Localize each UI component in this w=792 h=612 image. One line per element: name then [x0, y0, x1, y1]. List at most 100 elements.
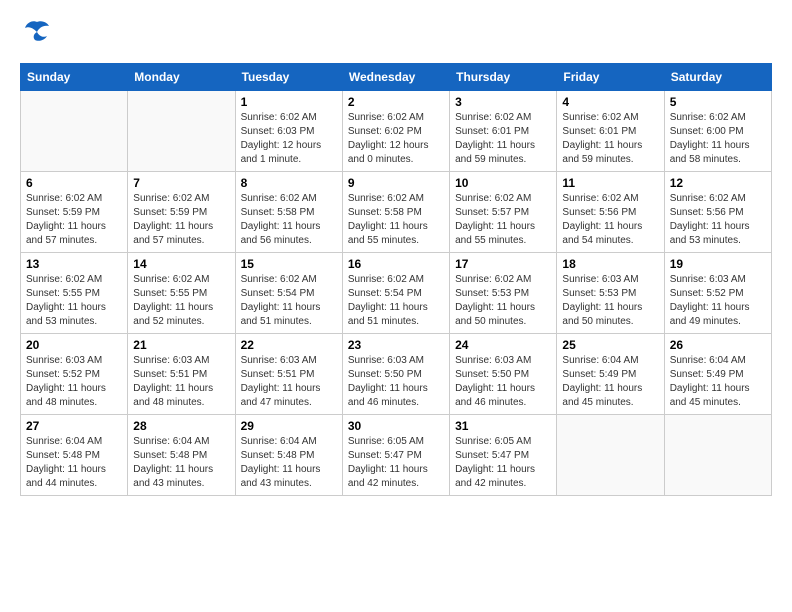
- day-detail: Sunrise: 6:05 AM Sunset: 5:47 PM Dayligh…: [455, 435, 551, 491]
- day-detail: Sunrise: 6:02 AM Sunset: 5:59 PM Dayligh…: [26, 192, 122, 248]
- day-detail: Sunrise: 6:02 AM Sunset: 5:54 PM Dayligh…: [348, 273, 444, 329]
- calendar-cell: 3 Sunrise: 6:02 AM Sunset: 6:01 PM Daylig…: [450, 91, 557, 172]
- day-detail: Sunrise: 6:05 AM Sunset: 5:47 PM Dayligh…: [348, 435, 444, 491]
- calendar-cell: 15 Sunrise: 6:02 AM Sunset: 5:54 PM Dayli…: [235, 253, 342, 334]
- calendar-cell: 13 Sunrise: 6:02 AM Sunset: 5:55 PM Dayli…: [21, 253, 128, 334]
- day-detail: Sunrise: 6:02 AM Sunset: 6:03 PM Dayligh…: [241, 111, 337, 167]
- day-detail: Sunrise: 6:04 AM Sunset: 5:48 PM Dayligh…: [133, 435, 229, 491]
- calendar-cell: 19 Sunrise: 6:03 AM Sunset: 5:52 PM Dayli…: [664, 253, 771, 334]
- calendar-cell: 17 Sunrise: 6:02 AM Sunset: 5:53 PM Dayli…: [450, 253, 557, 334]
- calendar-cell: [128, 91, 235, 172]
- calendar-day-header: Thursday: [450, 64, 557, 91]
- day-number: 28: [133, 419, 229, 433]
- calendar-cell: 18 Sunrise: 6:03 AM Sunset: 5:53 PM Dayli…: [557, 253, 664, 334]
- calendar-table: SundayMondayTuesdayWednesdayThursdayFrid…: [20, 63, 772, 496]
- calendar-cell: 2 Sunrise: 6:02 AM Sunset: 6:02 PM Daylig…: [342, 91, 449, 172]
- day-detail: Sunrise: 6:03 AM Sunset: 5:50 PM Dayligh…: [455, 354, 551, 410]
- day-number: 1: [241, 95, 337, 109]
- day-number: 11: [562, 176, 658, 190]
- day-detail: Sunrise: 6:02 AM Sunset: 5:55 PM Dayligh…: [133, 273, 229, 329]
- calendar-cell: 6 Sunrise: 6:02 AM Sunset: 5:59 PM Daylig…: [21, 172, 128, 253]
- logo: [20, 20, 51, 47]
- day-number: 12: [670, 176, 766, 190]
- day-number: 10: [455, 176, 551, 190]
- day-number: 18: [562, 257, 658, 271]
- day-number: 14: [133, 257, 229, 271]
- day-number: 29: [241, 419, 337, 433]
- calendar-cell: [21, 91, 128, 172]
- calendar-cell: 27Sunrise: 6:04 AM Sunset: 5:48 PM Dayli…: [21, 415, 128, 496]
- day-number: 6: [26, 176, 122, 190]
- calendar-cell: 11 Sunrise: 6:02 AM Sunset: 5:56 PM Dayli…: [557, 172, 664, 253]
- day-number: 23: [348, 338, 444, 352]
- day-number: 24: [455, 338, 551, 352]
- day-number: 17: [455, 257, 551, 271]
- day-detail: Sunrise: 6:02 AM Sunset: 6:01 PM Dayligh…: [562, 111, 658, 167]
- calendar-cell: [664, 415, 771, 496]
- calendar-day-header: Tuesday: [235, 64, 342, 91]
- day-number: 9: [348, 176, 444, 190]
- calendar-cell: 1 Sunrise: 6:02 AM Sunset: 6:03 PM Daylig…: [235, 91, 342, 172]
- day-detail: Sunrise: 6:04 AM Sunset: 5:49 PM Dayligh…: [562, 354, 658, 410]
- day-detail: Sunrise: 6:02 AM Sunset: 5:56 PM Dayligh…: [670, 192, 766, 248]
- day-number: 31: [455, 419, 551, 433]
- day-detail: Sunrise: 6:02 AM Sunset: 6:02 PM Dayligh…: [348, 111, 444, 167]
- day-number: 26: [670, 338, 766, 352]
- calendar-cell: 10 Sunrise: 6:02 AM Sunset: 5:57 PM Dayli…: [450, 172, 557, 253]
- day-detail: Sunrise: 6:02 AM Sunset: 5:58 PM Dayligh…: [241, 192, 337, 248]
- day-detail: Sunrise: 6:02 AM Sunset: 5:57 PM Dayligh…: [455, 192, 551, 248]
- day-number: 27: [26, 419, 122, 433]
- day-detail: Sunrise: 6:03 AM Sunset: 5:51 PM Dayligh…: [133, 354, 229, 410]
- day-detail: Sunrise: 6:03 AM Sunset: 5:53 PM Dayligh…: [562, 273, 658, 329]
- calendar-cell: 28 Sunrise: 6:04 AM Sunset: 5:48 PM Dayli…: [128, 415, 235, 496]
- day-number: 20: [26, 338, 122, 352]
- day-detail: Sunrise: 6:03 AM Sunset: 5:51 PM Dayligh…: [241, 354, 337, 410]
- day-detail: Sunrise: 6:03 AM Sunset: 5:52 PM Dayligh…: [26, 354, 122, 410]
- calendar-cell: [557, 415, 664, 496]
- calendar-cell: 5 Sunrise: 6:02 AM Sunset: 6:00 PM Daylig…: [664, 91, 771, 172]
- calendar-cell: 29Sunrise: 6:04 AM Sunset: 5:48 PM Dayli…: [235, 415, 342, 496]
- calendar-cell: 16 Sunrise: 6:02 AM Sunset: 5:54 PM Dayli…: [342, 253, 449, 334]
- day-detail: Sunrise: 6:04 AM Sunset: 5:49 PM Dayligh…: [670, 354, 766, 410]
- calendar-cell: 21 Sunrise: 6:03 AM Sunset: 5:51 PM Dayli…: [128, 334, 235, 415]
- calendar-cell: 22 Sunrise: 6:03 AM Sunset: 5:51 PM Dayli…: [235, 334, 342, 415]
- day-number: 15: [241, 257, 337, 271]
- calendar-cell: 9 Sunrise: 6:02 AM Sunset: 5:58 PM Daylig…: [342, 172, 449, 253]
- day-number: 8: [241, 176, 337, 190]
- day-detail: Sunrise: 6:02 AM Sunset: 6:01 PM Dayligh…: [455, 111, 551, 167]
- day-number: 19: [670, 257, 766, 271]
- calendar-cell: 30 Sunrise: 6:05 AM Sunset: 5:47 PM Dayli…: [342, 415, 449, 496]
- day-number: 22: [241, 338, 337, 352]
- calendar-cell: 26 Sunrise: 6:04 AM Sunset: 5:49 PM Dayli…: [664, 334, 771, 415]
- day-detail: Sunrise: 6:03 AM Sunset: 5:52 PM Dayligh…: [670, 273, 766, 329]
- calendar-day-header: Sunday: [21, 64, 128, 91]
- day-number: 5: [670, 95, 766, 109]
- calendar-cell: 20 Sunrise: 6:03 AM Sunset: 5:52 PM Dayli…: [21, 334, 128, 415]
- calendar-cell: 24 Sunrise: 6:03 AM Sunset: 5:50 PM Dayli…: [450, 334, 557, 415]
- calendar-day-header: Wednesday: [342, 64, 449, 91]
- day-detail: Sunrise: 6:02 AM Sunset: 6:00 PM Dayligh…: [670, 111, 766, 167]
- page-header: [20, 20, 772, 47]
- day-detail: Sunrise: 6:02 AM Sunset: 5:54 PM Dayligh…: [241, 273, 337, 329]
- day-number: 16: [348, 257, 444, 271]
- day-number: 3: [455, 95, 551, 109]
- day-detail: Sunrise: 6:02 AM Sunset: 5:53 PM Dayligh…: [455, 273, 551, 329]
- day-number: 4: [562, 95, 658, 109]
- day-detail: Sunrise: 6:02 AM Sunset: 5:56 PM Dayligh…: [562, 192, 658, 248]
- day-detail: Sunrise: 6:02 AM Sunset: 5:58 PM Dayligh…: [348, 192, 444, 248]
- day-number: 7: [133, 176, 229, 190]
- day-number: 2: [348, 95, 444, 109]
- day-number: 30: [348, 419, 444, 433]
- logo-bird-icon: [23, 20, 51, 47]
- calendar-cell: 14 Sunrise: 6:02 AM Sunset: 5:55 PM Dayli…: [128, 253, 235, 334]
- day-number: 21: [133, 338, 229, 352]
- day-number: 13: [26, 257, 122, 271]
- calendar-cell: 4 Sunrise: 6:02 AM Sunset: 6:01 PM Daylig…: [557, 91, 664, 172]
- day-detail: Sunrise: 6:03 AM Sunset: 5:50 PM Dayligh…: [348, 354, 444, 410]
- calendar-cell: 23 Sunrise: 6:03 AM Sunset: 5:50 PM Dayli…: [342, 334, 449, 415]
- calendar-day-header: Friday: [557, 64, 664, 91]
- day-detail: Sunrise: 6:02 AM Sunset: 5:55 PM Dayligh…: [26, 273, 122, 329]
- calendar-cell: 8 Sunrise: 6:02 AM Sunset: 5:58 PM Daylig…: [235, 172, 342, 253]
- calendar-cell: 31 Sunrise: 6:05 AM Sunset: 5:47 PM Dayli…: [450, 415, 557, 496]
- calendar-cell: 7Sunrise: 6:02 AM Sunset: 5:59 PM Daylig…: [128, 172, 235, 253]
